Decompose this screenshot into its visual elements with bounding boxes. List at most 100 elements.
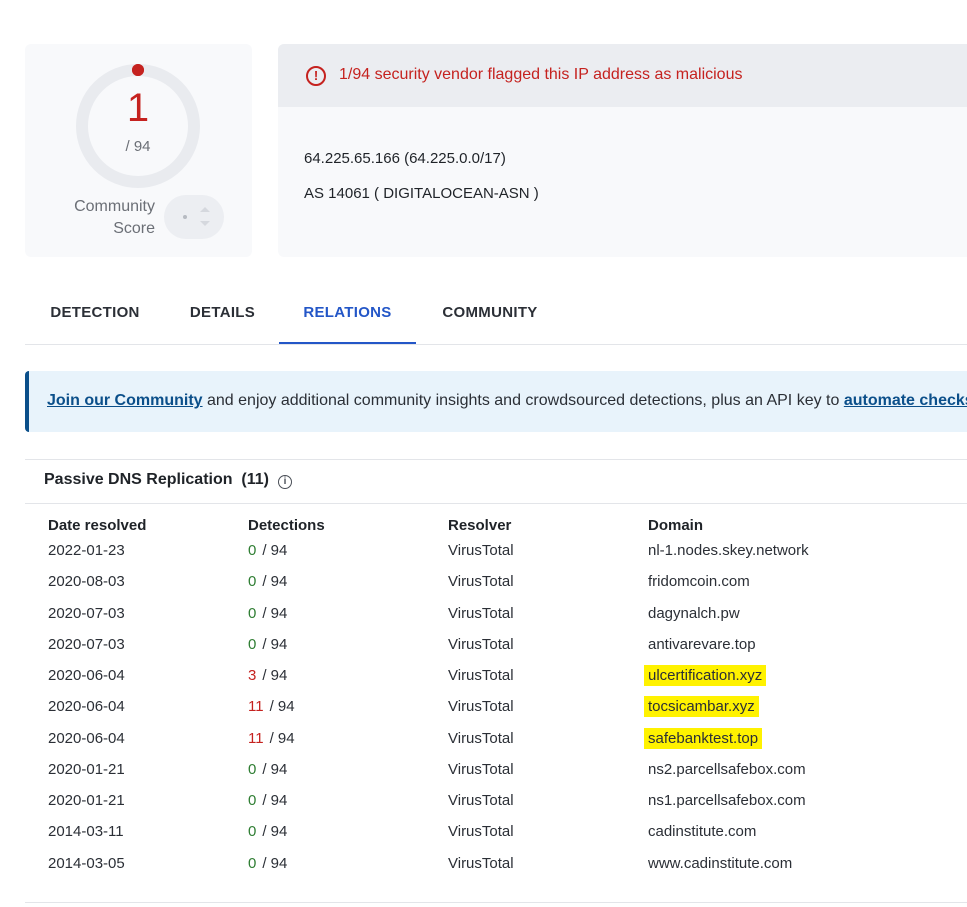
detections-cell: 3 / 94 bbox=[248, 667, 287, 684]
domain-link[interactable]: cadinstitute.com bbox=[648, 823, 756, 840]
community-label-line1: Community bbox=[74, 198, 155, 215]
domain-link[interactable]: nl-1.nodes.skey.network bbox=[648, 542, 809, 559]
table-row[interactable]: 2020-07-03 0 / 94 VirusTotal antivarevare.to… bbox=[0, 636, 967, 667]
community-banner: Join our Community and enjoy additional … bbox=[25, 371, 967, 432]
domain-cell: safebanktest.top bbox=[644, 728, 763, 749]
resolver-cell: VirusTotal bbox=[448, 823, 514, 840]
detections-count: 0 bbox=[248, 761, 257, 778]
resolver-cell: VirusTotal bbox=[448, 855, 514, 872]
detections-count: 11 bbox=[248, 730, 264, 747]
table-row[interactable]: 2022-01-23 0 / 94 VirusTotal nl-1.nodes.skey… bbox=[0, 542, 967, 573]
detections-count: 0 bbox=[248, 605, 257, 622]
date-resolved-cell: 2020-06-04 bbox=[48, 698, 125, 715]
section-divider bbox=[25, 459, 967, 460]
table-row[interactable]: 2014-03-05 0 / 94 VirusTotal www.cadinstitut… bbox=[0, 855, 967, 886]
exclamation-circle-icon: ! bbox=[306, 66, 326, 86]
vote-dot-icon bbox=[183, 215, 187, 219]
detection-total: / 94 bbox=[125, 138, 151, 155]
domain-link[interactable]: dagynalch.pw bbox=[648, 605, 740, 622]
detections-total: / 94 bbox=[262, 542, 288, 559]
join-community-link[interactable]: Join our Community bbox=[47, 392, 203, 409]
column-header-resolver: Resolver bbox=[448, 517, 512, 534]
date-resolved-cell: 2020-06-04 bbox=[48, 667, 125, 684]
detections-count: 0 bbox=[248, 855, 257, 872]
detections-total: / 94 bbox=[262, 636, 288, 653]
community-label-line2: Score bbox=[113, 220, 155, 237]
resolver-cell: VirusTotal bbox=[448, 761, 514, 778]
community-vote-control[interactable] bbox=[164, 195, 224, 239]
resolver-cell: VirusTotal bbox=[448, 573, 514, 590]
domain-link[interactable]: tocsicambar.xyz bbox=[644, 696, 759, 717]
table-row[interactable]: 2014-03-11 0 / 94 VirusTotal cadinstitute.co… bbox=[0, 823, 967, 854]
banner-middle-text: and enjoy additional community insights … bbox=[202, 392, 844, 409]
domain-link[interactable]: ulcertification.xyz bbox=[644, 665, 767, 686]
domain-link[interactable]: safebanktest.top bbox=[644, 728, 763, 749]
date-resolved-cell: 2022-01-23 bbox=[48, 542, 125, 559]
resolver-cell: VirusTotal bbox=[448, 730, 514, 747]
domain-link[interactable]: fridomcoin.com bbox=[648, 573, 750, 590]
passive-dns-title: Passive DNS Replication (11) bbox=[44, 471, 269, 489]
detections-count: 0 bbox=[248, 573, 257, 590]
detections-cell: 0 / 94 bbox=[248, 792, 287, 809]
domain-cell: fridomcoin.com bbox=[648, 573, 750, 590]
domain-link[interactable]: antivarevare.top bbox=[648, 636, 756, 653]
detections-cell: 0 / 94 bbox=[248, 605, 287, 622]
domain-link[interactable]: ns1.parcellsafebox.com bbox=[648, 792, 806, 809]
detections-total: / 94 bbox=[269, 698, 295, 715]
detections-count: 0 bbox=[248, 636, 257, 653]
domain-cell: cadinstitute.com bbox=[648, 823, 756, 840]
tab-detection[interactable]: DETECTION bbox=[25, 284, 165, 344]
detections-total: / 94 bbox=[262, 667, 288, 684]
date-resolved-cell: 2020-07-03 bbox=[48, 605, 125, 622]
detections-cell: 0 / 94 bbox=[248, 573, 287, 590]
detections-count: 0 bbox=[248, 823, 257, 840]
domain-cell: ns1.parcellsafebox.com bbox=[648, 792, 806, 809]
section-divider bbox=[25, 902, 967, 903]
community-score-card: 1 / 94 Community Score bbox=[25, 44, 252, 257]
downvote-chevron-icon[interactable] bbox=[200, 221, 210, 226]
domain-cell: tocsicambar.xyz bbox=[644, 696, 759, 717]
automate-checks-link[interactable]: automate checks. bbox=[844, 392, 967, 409]
table-row[interactable]: 2020-01-21 0 / 94 VirusTotal ns1.parcellsafe… bbox=[0, 792, 967, 823]
column-header-domain: Domain bbox=[648, 517, 704, 534]
resolver-cell: VirusTotal bbox=[448, 542, 514, 559]
column-header-detections: Detections bbox=[248, 517, 325, 534]
tab-details[interactable]: DETAILS bbox=[175, 284, 270, 344]
domain-link[interactable]: www.cadinstitute.com bbox=[648, 855, 792, 872]
detections-cell: 0 / 94 bbox=[248, 823, 287, 840]
date-resolved-cell: 2020-01-21 bbox=[48, 792, 125, 809]
info-icon[interactable]: i bbox=[278, 475, 292, 489]
tab-relations[interactable]: RELATIONS bbox=[279, 284, 416, 344]
detections-cell: 0 / 94 bbox=[248, 542, 287, 559]
table-row[interactable]: 2020-07-03 0 / 94 VirusTotal dagynalch.pw bbox=[0, 605, 967, 636]
resolver-cell: VirusTotal bbox=[448, 667, 514, 684]
upvote-chevron-icon[interactable] bbox=[200, 207, 210, 212]
table-row[interactable]: 2020-06-04 11 / 94 VirusTotal safebanktest.t… bbox=[0, 728, 967, 761]
detections-count: 11 bbox=[248, 698, 264, 715]
table-row[interactable]: 2020-06-04 3 / 94 VirusTotal ulcertification… bbox=[0, 665, 967, 698]
as-owner: AS 14061 ( DIGITALOCEAN-ASN ) bbox=[304, 185, 539, 202]
tab-community[interactable]: COMMUNITY bbox=[425, 284, 555, 344]
date-resolved-cell: 2020-06-04 bbox=[48, 730, 125, 747]
table-row[interactable]: 2020-06-04 11 / 94 VirusTotal tocsicambar.xy… bbox=[0, 696, 967, 729]
detections-cell: 11 / 94 bbox=[248, 698, 295, 715]
table-row[interactable]: 2020-08-03 0 / 94 VirusTotal fridomcoin.com bbox=[0, 573, 967, 604]
domain-cell: ulcertification.xyz bbox=[644, 665, 767, 686]
domain-cell: www.cadinstitute.com bbox=[648, 855, 792, 872]
date-resolved-cell: 2020-07-03 bbox=[48, 636, 125, 653]
domain-link[interactable]: ns2.parcellsafebox.com bbox=[648, 761, 806, 778]
tab-bar: DETECTION DETAILS RELATIONS COMMUNITY bbox=[25, 284, 967, 345]
community-score-label: Community Score bbox=[35, 196, 155, 240]
detections-count: 0 bbox=[248, 542, 257, 559]
date-resolved-cell: 2020-08-03 bbox=[48, 573, 125, 590]
date-resolved-cell: 2020-01-21 bbox=[48, 761, 125, 778]
table-row[interactable]: 2020-01-21 0 / 94 VirusTotal ns2.parcellsafe… bbox=[0, 761, 967, 792]
malicious-alert-bar: ! 1/94 security vendor flagged this IP a… bbox=[278, 44, 967, 107]
detections-cell: 0 / 94 bbox=[248, 636, 287, 653]
domain-cell: dagynalch.pw bbox=[648, 605, 740, 622]
detections-total: / 94 bbox=[262, 792, 288, 809]
section-divider bbox=[25, 503, 967, 504]
domain-cell: nl-1.nodes.skey.network bbox=[648, 542, 809, 559]
alert-text: 1/94 security vendor flagged this IP add… bbox=[339, 66, 743, 83]
detections-total: / 94 bbox=[269, 730, 295, 747]
